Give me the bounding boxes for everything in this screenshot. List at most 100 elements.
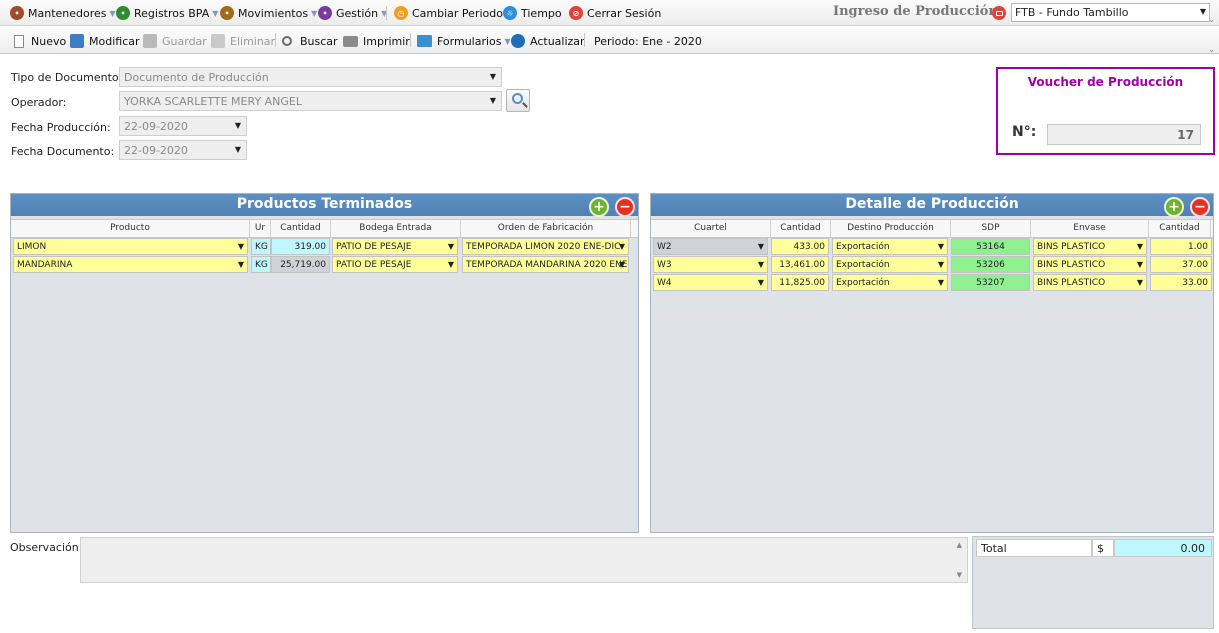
- cantidad-cell[interactable]: 13,461.00: [771, 256, 829, 273]
- fecha-produccion-label: Fecha Producción:: [11, 121, 111, 134]
- envase-value: BINS PLASTICO: [1037, 278, 1106, 288]
- menu-registros-bpa[interactable]: • Registros BPA ▼: [116, 5, 218, 21]
- chevron-down-icon: ▼: [618, 260, 625, 269]
- actualizar-label: Actualizar: [530, 34, 585, 48]
- save-icon: [143, 34, 157, 48]
- cantidad-envase-cell[interactable]: 1.00: [1150, 238, 1212, 255]
- col-cuartel[interactable]: Cuartel: [651, 220, 771, 237]
- voucher-number-label: N°:: [1012, 124, 1037, 140]
- fecha-produccion-picker[interactable]: 22-09-2020 ▼: [119, 116, 247, 136]
- producto-cell[interactable]: MANDARINA ▼: [13, 256, 248, 273]
- col-envase[interactable]: Envase: [1031, 220, 1149, 237]
- bodega-cell[interactable]: PATIO DE PESAJE ▼: [332, 256, 458, 273]
- menu-label: Cambiar Periodo: [412, 6, 503, 20]
- nuevo-button[interactable]: Nuevo: [12, 33, 66, 49]
- orden-cell[interactable]: TEMPORADA LIMON 2020 ENE-DIC ▼: [462, 238, 629, 255]
- productos-grid-header: Producto Ur Cantidad Bodega Entrada Orde…: [11, 219, 638, 238]
- guardar-button[interactable]: Guardar: [143, 33, 207, 49]
- col-unidad[interactable]: Ur: [250, 220, 271, 237]
- imprimir-button[interactable]: Imprimir: [343, 33, 410, 49]
- menu-tiempo[interactable]: ☼ Tiempo: [503, 5, 562, 21]
- envase-cell[interactable]: BINS PLASTICO ▼: [1033, 238, 1147, 255]
- magnifier-icon: [512, 93, 523, 104]
- envase-cell[interactable]: BINS PLASTICO ▼: [1033, 256, 1147, 273]
- buscar-button[interactable]: Buscar: [282, 33, 338, 49]
- unidad-cell: KG: [251, 256, 271, 273]
- fecha-documento-picker[interactable]: 22-09-2020 ▼: [119, 140, 247, 160]
- col-destino-produccion[interactable]: Destino Producción: [831, 220, 951, 237]
- menu-movimientos[interactable]: • Movimientos ▼: [220, 5, 317, 21]
- destino-cell[interactable]: Exportación ▼: [832, 274, 948, 291]
- producto-cell[interactable]: LIMON ▼: [13, 238, 248, 255]
- modificar-button[interactable]: Modificar: [70, 33, 140, 49]
- orden-cell[interactable]: TEMPORADA MANDARINA 2020 ENE-DIC ▼: [462, 256, 629, 273]
- collapse-icon[interactable]: ⌄: [1208, 15, 1215, 24]
- menu-label: Gestión: [336, 6, 379, 20]
- clock-icon: ◷: [394, 6, 408, 20]
- chevron-down-icon: ▼: [504, 36, 511, 46]
- eliminar-button[interactable]: Eliminar: [211, 33, 275, 49]
- col-producto[interactable]: Producto: [11, 220, 250, 237]
- col-bodega-entrada[interactable]: Bodega Entrada: [331, 220, 461, 237]
- cuartel-value: W2: [657, 242, 672, 252]
- operador-search-button[interactable]: [506, 89, 530, 112]
- destino-cell[interactable]: Exportación ▼: [832, 238, 948, 255]
- scroll-down-icon[interactable]: ▼: [957, 571, 962, 579]
- chevron-down-icon: ▼: [937, 278, 944, 287]
- chevron-down-icon: ▼: [212, 8, 219, 18]
- fecha-documento-value: 22-09-2020: [124, 144, 188, 157]
- voucher-title: Voucher de Producción: [1027, 75, 1184, 89]
- scroll-up-icon[interactable]: ▲: [957, 541, 962, 549]
- menu-mantenedores[interactable]: • Mantenedores ▼: [10, 5, 116, 21]
- cantidad-cell[interactable]: 433.00: [771, 238, 829, 255]
- fundo-select[interactable]: FTB - Fundo Tambillo ▼: [1011, 3, 1210, 22]
- cantidad-cell[interactable]: 11,825.00: [771, 274, 829, 291]
- page-title: Ingreso de Producción: [833, 4, 998, 19]
- remove-detalle-button[interactable]: −: [1190, 197, 1210, 217]
- voucher-number-field[interactable]: 17: [1047, 124, 1201, 145]
- imprimir-label: Imprimir: [363, 34, 410, 48]
- cantidad-envase-cell[interactable]: 37.00: [1150, 256, 1212, 273]
- detalle-grid-header: Cuartel Cantidad Destino Producción SDP …: [651, 219, 1213, 238]
- weather-icon: ☼: [503, 6, 517, 20]
- actualizar-button[interactable]: Actualizar: [511, 33, 585, 49]
- collapse-icon[interactable]: ⌄: [1208, 45, 1215, 54]
- observacion-textarea[interactable]: ▲ ▼: [80, 537, 968, 583]
- menu-gestion[interactable]: • Gestión ▼: [318, 5, 387, 21]
- col-cantidad[interactable]: Cantidad: [771, 220, 831, 237]
- total-row: Total $ 0.00: [976, 539, 1212, 557]
- minus-icon: −: [619, 199, 631, 215]
- formularios-button[interactable]: Formularios ▼: [417, 33, 511, 49]
- col-sdp[interactable]: SDP: [951, 220, 1031, 237]
- remove-producto-button[interactable]: −: [615, 197, 635, 217]
- envase-cell[interactable]: BINS PLASTICO ▼: [1033, 274, 1147, 291]
- menu-label: Cerrar Sesión: [587, 6, 662, 20]
- col-cantidad[interactable]: Cantidad: [271, 220, 331, 237]
- total-label: Total: [976, 539, 1092, 557]
- destino-cell[interactable]: Exportación ▼: [832, 256, 948, 273]
- detalle-produccion-title: Detalle de Producción: [651, 194, 1213, 216]
- col-orden-fabricacion[interactable]: Orden de Fabricación: [461, 220, 631, 237]
- tipo-documento-select[interactable]: Documento de Producción ▼: [119, 67, 502, 87]
- operador-select[interactable]: YORKA SCARLETTE MERY ANGEL ▼: [119, 91, 502, 111]
- col-cantidad-envase[interactable]: Cantidad: [1149, 220, 1211, 237]
- chevron-down-icon: ▼: [109, 8, 116, 18]
- tipo-documento-value: Documento de Producción: [124, 71, 269, 84]
- cantidad-envase-cell[interactable]: 33.00: [1150, 274, 1212, 291]
- destino-value: Exportación: [836, 242, 890, 252]
- add-producto-button[interactable]: +: [589, 197, 609, 217]
- cuartel-cell[interactable]: W2 ▼: [653, 238, 768, 255]
- chevron-down-icon: ▼: [447, 260, 454, 269]
- bodega-cell[interactable]: PATIO DE PESAJE ▼: [332, 238, 458, 255]
- chevron-down-icon: ▼: [237, 260, 244, 269]
- menu-cambiar-periodo[interactable]: ◷ Cambiar Periodo: [394, 5, 503, 21]
- menu-cerrar-sesion[interactable]: ⊘ Cerrar Sesión: [569, 5, 661, 21]
- cuartel-cell[interactable]: W4 ▼: [653, 274, 768, 291]
- cantidad-cell[interactable]: 25,719.00: [271, 256, 330, 273]
- registros-icon: •: [116, 6, 130, 20]
- sdp-cell: 53206: [951, 256, 1030, 273]
- add-detalle-button[interactable]: +: [1164, 197, 1184, 217]
- cuartel-cell[interactable]: W3 ▼: [653, 256, 768, 273]
- cantidad-cell[interactable]: 319.00: [271, 238, 330, 255]
- chevron-down-icon: ▼: [447, 242, 454, 251]
